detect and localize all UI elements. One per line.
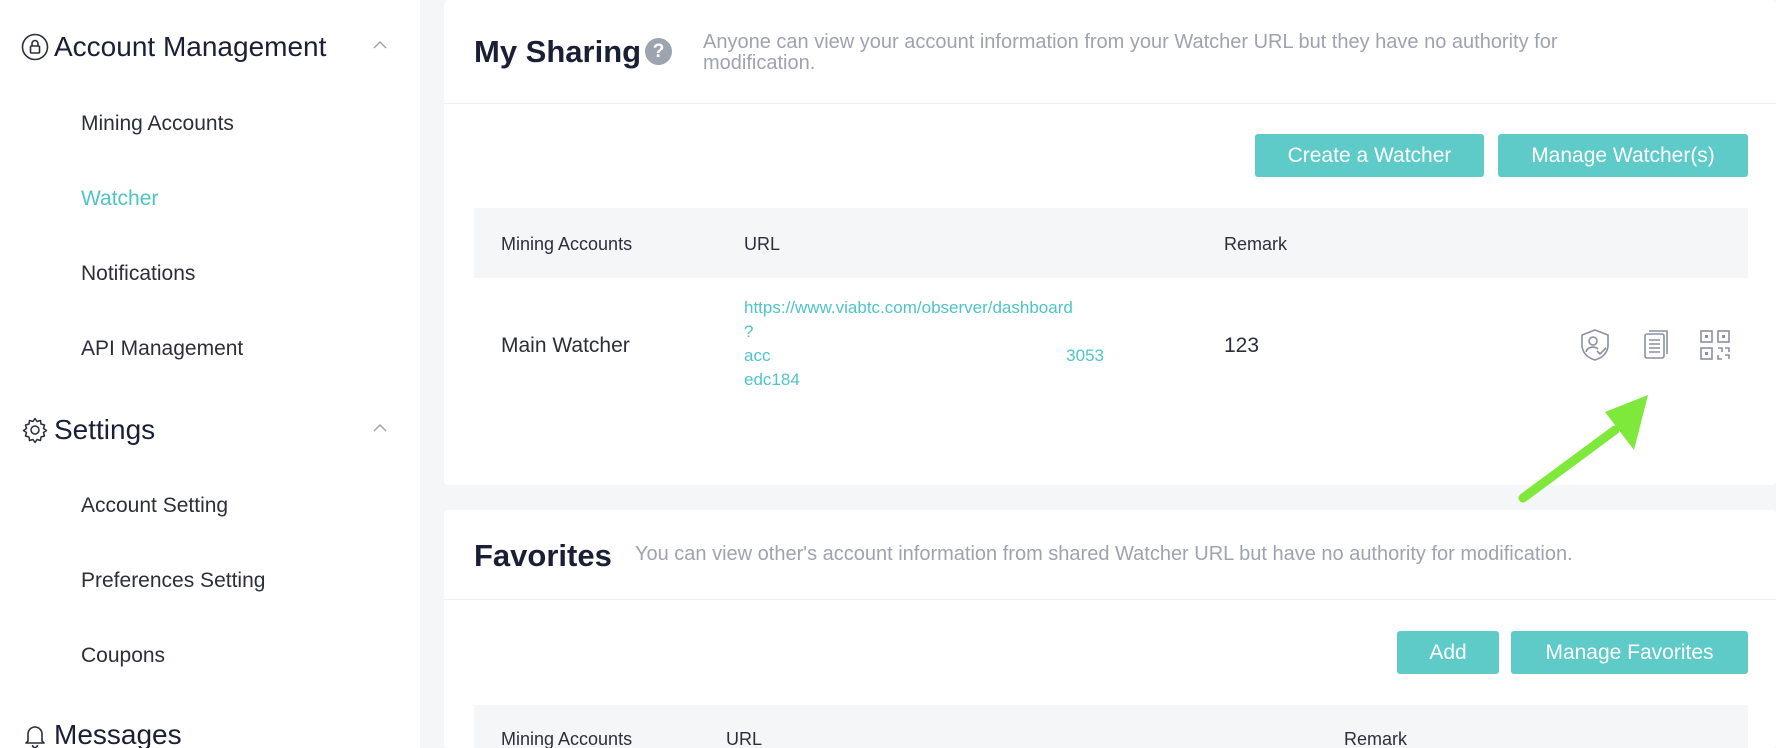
- create-watcher-button[interactable]: Create a Watcher: [1255, 134, 1484, 177]
- favorites-title: Favorites: [474, 538, 612, 573]
- manage-watchers-button[interactable]: Manage Watcher(s): [1498, 134, 1748, 177]
- sidebar-item-preferences-setting[interactable]: Preferences Setting: [81, 569, 265, 593]
- favorites-table-header: Mining Accounts URL Remark: [474, 705, 1748, 748]
- watcher-url-line4: edc184: [744, 370, 800, 389]
- watcher-url-link[interactable]: https://www.viabtc.com/observer/dashboar…: [744, 296, 1114, 392]
- qrcode-icon[interactable]: [1697, 327, 1733, 363]
- gear-icon: [20, 415, 50, 445]
- chevron-up-icon[interactable]: [370, 418, 390, 438]
- sidebar-item-mining-accounts[interactable]: Mining Accounts: [81, 112, 234, 136]
- watcher-url-line2: ?: [744, 322, 754, 341]
- my-sharing-header: My Sharing ? Anyone can view your accoun…: [444, 0, 1776, 104]
- sidebar-item-account-setting[interactable]: Account Setting: [81, 494, 228, 518]
- chevron-up-icon[interactable]: [370, 35, 390, 55]
- watcher-url-line3-end: 3053: [1066, 346, 1104, 365]
- add-favorite-button[interactable]: Add: [1397, 631, 1499, 674]
- bell-icon: [20, 720, 50, 748]
- column-header-mining-accounts: Mining Accounts: [501, 234, 633, 254]
- my-sharing-description-line1: Anyone can view your account information…: [703, 31, 1558, 53]
- manage-favorites-button[interactable]: Manage Favorites: [1511, 631, 1748, 674]
- settings-group-header[interactable]: Settings: [20, 414, 390, 446]
- copy-icon[interactable]: [1637, 327, 1673, 363]
- watcher-table-header: Mining Accounts URL Remark: [474, 208, 1748, 278]
- sidebar-item-notifications[interactable]: Notifications: [81, 262, 195, 286]
- settings-title: Settings: [54, 414, 156, 445]
- account-management-title: Account Management: [54, 31, 327, 62]
- column-header-url: URL: [744, 234, 781, 254]
- account-management-group-header[interactable]: Account Management: [20, 31, 390, 63]
- help-icon[interactable]: ?: [645, 38, 672, 65]
- column-header-mining-accounts: Mining Accounts: [501, 729, 633, 748]
- my-sharing-description: Anyone can view your account information…: [703, 32, 1763, 74]
- watcher-url-line3-start: acc: [744, 346, 771, 365]
- favorites-card: Favorites You can view other's account i…: [444, 510, 1776, 748]
- watcher-account-name: Main Watcher: [501, 334, 630, 357]
- lock-circle-icon: [20, 32, 50, 62]
- sidebar-item-api-management[interactable]: API Management: [81, 337, 243, 361]
- sidebar-item-coupons[interactable]: Coupons: [81, 644, 165, 668]
- my-sharing-description-line2: modification.: [703, 52, 816, 74]
- sidebar: Account Management Mining Accounts Watch…: [0, 0, 420, 748]
- sidebar-item-watcher[interactable]: Watcher: [81, 187, 158, 211]
- messages-group-header[interactable]: Messages: [20, 719, 390, 748]
- permission-icon[interactable]: [1577, 327, 1613, 363]
- annotation-arrow-icon: [1518, 395, 1648, 503]
- favorites-description: You can view other's account information…: [635, 543, 1573, 565]
- messages-title: Messages: [54, 719, 182, 748]
- column-header-remark: Remark: [1224, 234, 1288, 254]
- my-sharing-title: My Sharing: [474, 34, 642, 69]
- column-header-url: URL: [726, 729, 763, 748]
- favorites-header: Favorites You can view other's account i…: [444, 510, 1776, 600]
- watcher-url-line1: https://www.viabtc.com/observer/dashboar…: [744, 298, 1073, 317]
- watcher-remark: 123: [1224, 334, 1260, 357]
- column-header-remark: Remark: [1344, 729, 1408, 748]
